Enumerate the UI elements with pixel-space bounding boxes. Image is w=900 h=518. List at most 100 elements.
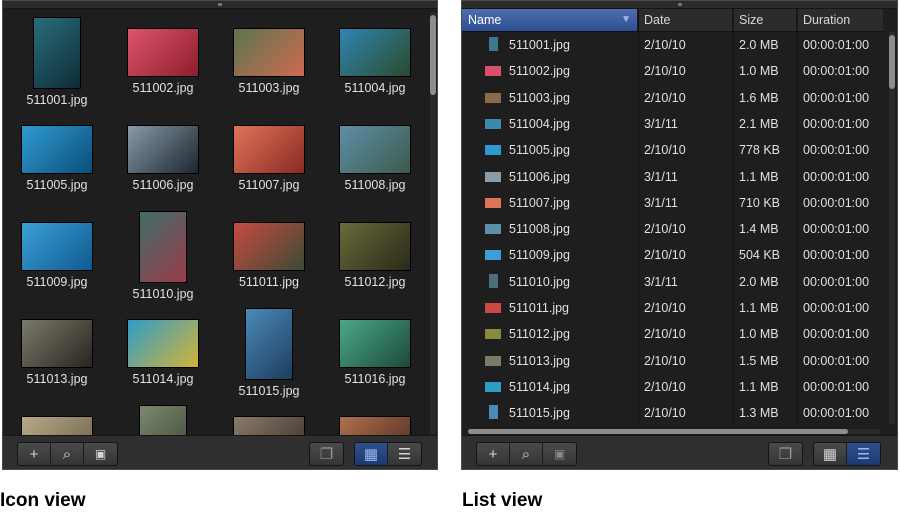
file-duration: 00:00:01:00 (803, 274, 870, 289)
file-row[interactable]: 511014.jpg 2/10/10 1.1 MB 00:00:01:00 (462, 374, 883, 400)
file-duration: 00:00:01:00 (803, 222, 870, 237)
thumbnail-grid: 511001.jpg 511002.jpg 511003.jpg 511004.jpg… (3, 9, 423, 437)
panel-resize-grip[interactable] (462, 1, 897, 9)
add-button[interactable]: + (477, 443, 510, 465)
scrollbar-thumb[interactable] (889, 35, 895, 89)
search-button[interactable]: ⌕ (51, 443, 84, 465)
file-row[interactable]: 511009.jpg 2/10/10 504 KB 00:00:01:00 (462, 242, 883, 268)
file-size: 504 KB (739, 248, 781, 263)
file-row[interactable]: 511010.jpg 3/1/11 2.0 MB 00:00:01:00 (462, 269, 883, 295)
file-row[interactable]: 511005.jpg 2/10/10 778 KB 00:00:01:00 (462, 137, 883, 163)
import-button[interactable]: ▣ (543, 443, 576, 465)
thumbnail-item[interactable]: 511015.jpg (216, 308, 322, 398)
file-thumbnail (485, 145, 501, 156)
search-button[interactable]: ⌕ (510, 443, 543, 465)
thumbnail-item[interactable]: 511016.jpg (322, 308, 423, 386)
scrollbar-thumb[interactable] (430, 15, 436, 95)
thumbnail-item[interactable]: 511010.jpg (110, 211, 216, 301)
thumbnail-image (233, 222, 305, 271)
thumbnail-label: 511014.jpg (132, 372, 194, 386)
thumbnail-item[interactable]: 511009.jpg (4, 211, 110, 289)
file-size: 710 KB (739, 195, 781, 210)
icon-view-button[interactable]: ▦ (814, 443, 847, 465)
thumbnail-image (339, 222, 411, 271)
column-header-name[interactable]: Name ▼ (462, 9, 638, 31)
search-icon: ⌕ (62, 445, 72, 463)
file-row[interactable]: 511008.jpg 2/10/10 1.4 MB 00:00:01:00 (462, 216, 883, 242)
thumbnail-item[interactable] (216, 405, 322, 437)
vertical-scrollbar[interactable] (889, 31, 895, 425)
list-view-button[interactable]: ☰ (388, 443, 421, 465)
thumbnail-item[interactable] (4, 405, 110, 437)
list-view-button[interactable]: ☰ (847, 443, 880, 465)
file-size: 1.0 MB (739, 327, 779, 342)
thumbnail-item[interactable]: 511012.jpg (322, 211, 423, 289)
view-mode-group: ▦ ☰ (354, 442, 422, 466)
thumbnail-item[interactable]: 511006.jpg (110, 114, 216, 192)
file-name: 511010.jpg (509, 274, 570, 289)
thumbnail-image (21, 125, 93, 174)
stack-toggle-button[interactable]: ❐ (769, 443, 802, 465)
file-thumbnail (485, 197, 501, 208)
thumbnail-item[interactable]: 511007.jpg (216, 114, 322, 192)
horizontal-scrollbar[interactable] (468, 429, 880, 434)
file-row[interactable]: 511004.jpg 3/1/11 2.1 MB 00:00:01:00 (462, 111, 883, 137)
file-duration: 00:00:01:00 (803, 379, 870, 394)
add-button[interactable]: + (18, 443, 51, 465)
file-duration: 00:00:01:00 (803, 169, 870, 184)
column-header-date[interactable]: Date (638, 9, 733, 31)
file-row[interactable]: 511006.jpg 3/1/11 1.1 MB 00:00:01:00 (462, 164, 883, 190)
file-duration: 00:00:01:00 (803, 64, 870, 79)
panel-resize-grip[interactable] (3, 1, 437, 9)
thumbnail-item[interactable]: 511008.jpg (322, 114, 423, 192)
file-thumbnail (485, 118, 501, 129)
thumbnail-item[interactable]: 511003.jpg (216, 17, 322, 95)
scrollbar-thumb[interactable] (468, 429, 848, 434)
file-row[interactable]: 511013.jpg 2/10/10 1.5 MB 00:00:01:00 (462, 348, 883, 374)
file-row[interactable]: 511015.jpg 2/10/10 1.3 MB 00:00:01:00 (462, 400, 883, 426)
file-row[interactable]: 511002.jpg 2/10/10 1.0 MB 00:00:01:00 (462, 58, 883, 84)
column-header-bar: Name ▼ Date Size Duration (462, 9, 883, 32)
bottom-toolbar: + ⌕ ▣ ❐ ▦ ☰ (462, 435, 897, 469)
thumbnail-label: 511013.jpg (26, 372, 88, 386)
thumbnail-item[interactable]: 511001.jpg (4, 17, 110, 107)
file-row[interactable]: 511001.jpg 2/10/10 2.0 MB 00:00:01:00 (462, 32, 883, 58)
file-row[interactable]: 511011.jpg 2/10/10 1.1 MB 00:00:01:00 (462, 295, 883, 321)
thumbnail-item[interactable]: 511005.jpg (4, 114, 110, 192)
file-name: 511006.jpg (509, 169, 570, 184)
file-date: 3/1/11 (644, 274, 678, 289)
column-header-size[interactable]: Size (733, 9, 797, 31)
file-size: 2.1 MB (739, 116, 779, 131)
file-row[interactable]: 511012.jpg 2/10/10 1.0 MB 00:00:01:00 (462, 321, 883, 347)
thumbnail-image (339, 319, 411, 368)
stack-toggle-button[interactable]: ❐ (310, 443, 343, 465)
column-header-label: Date (644, 13, 671, 27)
thumbnail-item[interactable] (322, 405, 423, 437)
file-size: 1.3 MB (739, 406, 779, 421)
view-mode-group: ▦ ☰ (813, 442, 881, 466)
file-size: 2.0 MB (739, 274, 779, 289)
stack-icon: ❐ (319, 446, 334, 463)
thumbnail-label: 511002.jpg (132, 81, 194, 95)
thumbnail-item[interactable] (110, 405, 216, 437)
thumbnail-item[interactable]: 511013.jpg (4, 308, 110, 386)
file-date: 2/10/10 (644, 301, 686, 315)
thumbnail-image (127, 125, 199, 174)
sort-descending-icon: ▼ (621, 14, 631, 25)
icon-view-button[interactable]: ▦ (355, 443, 388, 465)
thumbnail-label: 511015.jpg (238, 384, 300, 398)
file-row[interactable]: 511003.jpg 2/10/10 1.6 MB 00:00:01:00 (462, 85, 883, 111)
file-row[interactable]: 511007.jpg 3/1/11 710 KB 00:00:01:00 (462, 190, 883, 216)
thumbnail-item[interactable]: 511002.jpg (110, 17, 216, 95)
thumbnail-item[interactable]: 511014.jpg (110, 308, 216, 386)
thumbnail-item[interactable]: 511004.jpg (322, 17, 423, 95)
file-date: 3/1/11 (644, 195, 678, 210)
file-duration: 00:00:01:00 (803, 248, 870, 263)
list-view-panel: Name ▼ Date Size Duration 511001.jpg 2/10… (461, 0, 898, 470)
icon-view-panel: 511001.jpg 511002.jpg 511003.jpg 511004.jpg… (2, 0, 438, 470)
vertical-scrollbar[interactable] (430, 11, 436, 435)
import-button[interactable]: ▣ (84, 443, 117, 465)
file-name: 511009.jpg (509, 248, 570, 263)
column-header-duration[interactable]: Duration (797, 9, 883, 31)
thumbnail-item[interactable]: 511011.jpg (216, 211, 322, 289)
